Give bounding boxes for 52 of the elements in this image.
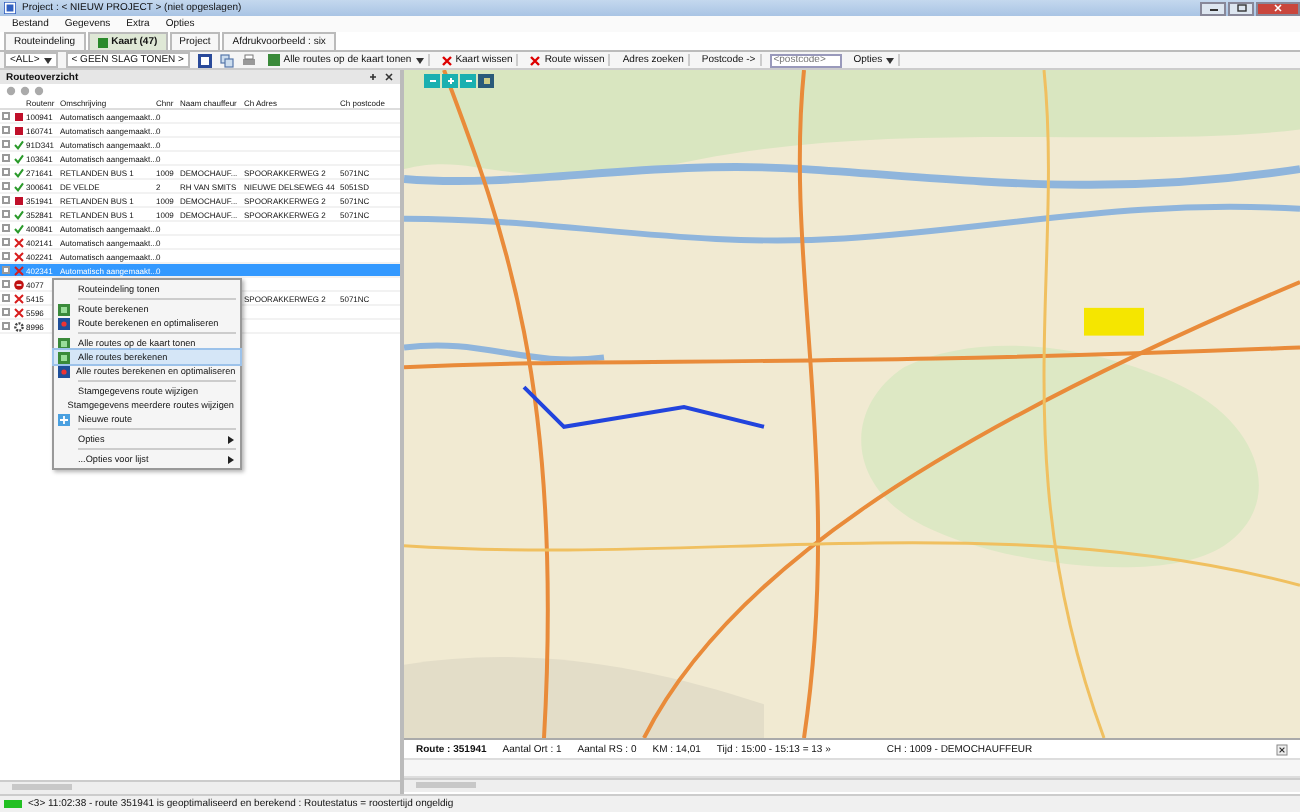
caret-icon — [415, 57, 424, 63]
close-icon[interactable] — [1276, 743, 1288, 755]
row-checkbox[interactable] — [2, 154, 10, 162]
row-checkbox[interactable] — [2, 280, 10, 288]
cross-icon — [441, 55, 452, 65]
scrollbar[interactable] — [0, 780, 400, 794]
printer-icon[interactable] — [241, 53, 256, 67]
row-checkbox[interactable] — [2, 126, 10, 134]
minimize-icon — [1207, 4, 1219, 12]
zoom-out-button[interactable] — [424, 74, 440, 88]
caret-icon — [886, 57, 895, 63]
copy-icon[interactable] — [219, 53, 234, 67]
row-checkbox[interactable] — [2, 252, 10, 260]
gear-icon — [14, 321, 24, 331]
close-button[interactable] — [1256, 1, 1300, 15]
stop-icon — [14, 279, 24, 289]
row-checkbox[interactable] — [2, 140, 10, 148]
cross-icon — [14, 251, 24, 261]
minimize-button[interactable] — [1200, 1, 1226, 15]
layers-button[interactable] — [478, 74, 494, 88]
row-checkbox[interactable] — [2, 294, 10, 302]
close-icon[interactable] — [384, 72, 394, 82]
row-checkbox[interactable] — [2, 112, 10, 120]
row-checkbox[interactable] — [2, 196, 10, 204]
plus-icon — [445, 76, 455, 86]
cross-icon — [14, 237, 24, 247]
row-checkbox[interactable] — [2, 266, 10, 274]
maximize-button[interactable] — [1228, 1, 1254, 15]
row-checkbox[interactable] — [2, 210, 10, 218]
zoom-in-button[interactable] — [442, 74, 458, 88]
plus-icon — [58, 413, 70, 425]
caret-icon — [43, 57, 52, 63]
row-checkbox[interactable] — [2, 182, 10, 190]
status-indicator — [4, 800, 22, 808]
row-checkbox[interactable] — [2, 308, 10, 316]
caret-icon — [228, 455, 234, 463]
cross-icon — [14, 293, 24, 303]
minus-icon — [427, 76, 437, 86]
close-icon — [1272, 4, 1284, 12]
square-icon — [481, 76, 491, 86]
row-checkbox[interactable] — [2, 224, 10, 232]
cross-icon — [14, 265, 24, 275]
scrollbar[interactable] — [404, 778, 1300, 792]
cross-icon — [530, 55, 541, 65]
row-checkbox[interactable] — [2, 322, 10, 330]
cross-icon — [14, 307, 24, 317]
caret-icon — [228, 435, 234, 443]
minus-icon — [463, 76, 473, 86]
maximize-icon — [1235, 4, 1247, 12]
zoom-out-button[interactable] — [460, 74, 476, 88]
row-checkbox[interactable] — [2, 238, 10, 246]
row-checkbox[interactable] — [2, 168, 10, 176]
